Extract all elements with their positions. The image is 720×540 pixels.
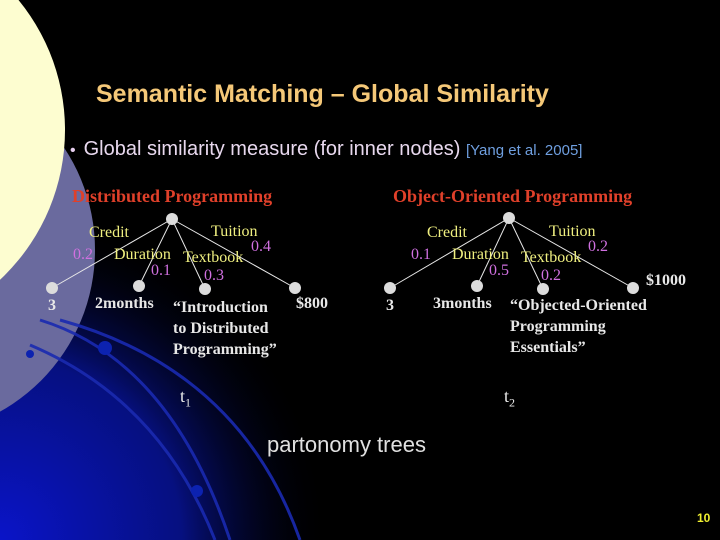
tree1-label-sub: 1: [185, 395, 192, 410]
tree2-label: t2: [504, 386, 515, 411]
t1-leaf-node-credit: [46, 282, 58, 294]
page-number: 10: [697, 511, 711, 525]
t2-leaf-node-credit: [384, 282, 396, 294]
tree2-leaf-textbook-line: Programming: [510, 318, 606, 335]
t2-leaf-node-duration: [471, 280, 483, 292]
tree2-edge-label-credit: Credit: [427, 224, 467, 241]
tree2-weight-duration: 0.5: [489, 262, 509, 279]
tree1-edge-label-credit: Credit: [89, 224, 129, 241]
tree2-leaf-duration: 3months: [433, 295, 492, 312]
t1-root-node: [166, 213, 178, 225]
tree1-leaf-textbook: “Introduction to Distributed Programming…: [173, 297, 277, 360]
tree1-leaf-textbook-line: Programming”: [173, 341, 277, 358]
tree2-label-sub: 2: [509, 395, 516, 410]
tree1-edge-label-textbook: Textbook: [183, 249, 244, 266]
t2-leaf-node-tuition: [627, 282, 639, 294]
tree2-title: Object-Oriented Programming: [393, 186, 633, 206]
tree1-weight-credit: 0.2: [73, 246, 93, 263]
tree2-leaf-textbook-line: “Objected-Oriented: [510, 297, 647, 314]
tree1-weight-textbook: 0.3: [204, 267, 224, 284]
tree2-weight-tuition: 0.2: [588, 238, 608, 255]
tree1-leaf-tuition: $800: [296, 295, 328, 312]
tree2-leaf-tuition: $1000: [646, 272, 686, 289]
tree1-weight-duration: 0.1: [151, 262, 171, 279]
caption: partonomy trees: [267, 432, 426, 457]
t2-root-node: [503, 212, 515, 224]
tree2-leaf-textbook: “Objected-Oriented Programming Essential…: [510, 295, 647, 358]
tree1-title: Distributed Programming: [72, 186, 273, 206]
tree2-weight-textbook: 0.2: [541, 267, 561, 284]
tree1-leaf-textbook-line: to Distributed: [173, 320, 269, 337]
tree1-weight-tuition: 0.4: [251, 238, 271, 255]
t1-leaf-node-duration: [133, 280, 145, 292]
tree2-weight-credit: 0.1: [411, 246, 431, 263]
tree1-leaf-credit: 3: [48, 297, 56, 314]
tree2-edge-label-textbook: Textbook: [521, 249, 582, 266]
tree2-leaf-textbook-line: Essentials”: [510, 339, 586, 356]
tree1-label: t1: [180, 386, 191, 411]
tree1-leaf-textbook-line: “Introduction: [173, 299, 268, 316]
tree2-leaf-credit: 3: [386, 297, 394, 314]
tree-diagram: [46, 212, 639, 295]
tree1-leaf-duration: 2months: [95, 295, 154, 312]
